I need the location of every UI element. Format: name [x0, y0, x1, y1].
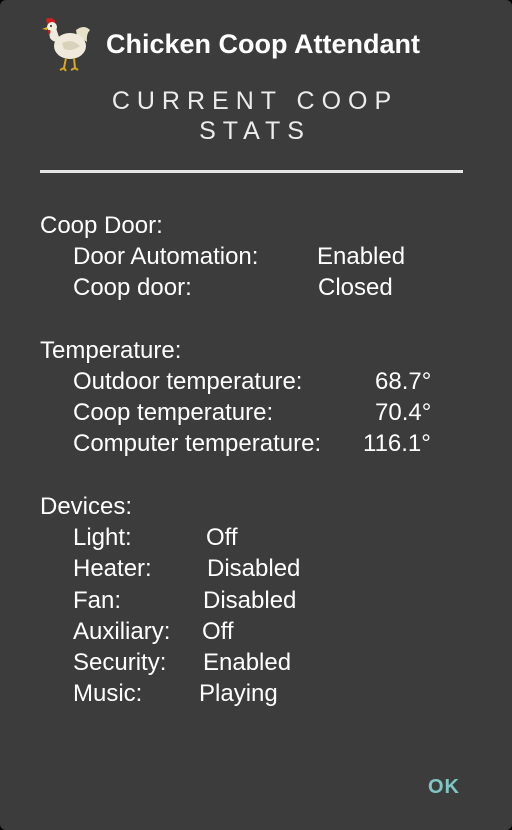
- music-label: Music:: [73, 680, 143, 707]
- door-automation-value: Enabled: [317, 243, 406, 270]
- app-title: Chicken Coop Attendant: [106, 28, 420, 59]
- ok-button[interactable]: OK: [428, 776, 460, 799]
- security-value: Enabled: [203, 649, 292, 676]
- outdoor-temperature-label: Outdoor temperature:: [73, 368, 303, 395]
- chicken-icon: [42, 17, 90, 72]
- stats-heading: CURRENT COOP STATS: [40, 86, 470, 146]
- stats-heading-line-1: CURRENT COOP: [111, 87, 399, 115]
- computer-temperature-label: Computer temperature:: [73, 430, 322, 457]
- outdoor-temperature-value: 68.7°: [375, 368, 432, 395]
- light-label: Light:: [73, 524, 132, 551]
- fan-label: Fan:: [73, 587, 122, 614]
- temperature-heading: Temperature:: [40, 337, 182, 364]
- heater-value: Disabled: [207, 555, 301, 582]
- coop-temperature-value: 70.4°: [375, 399, 432, 426]
- music-value: Playing: [199, 680, 278, 707]
- auxiliary-value: Off: [202, 618, 234, 645]
- computer-temperature-value: 116.1°: [363, 430, 431, 457]
- security-label: Security:: [73, 649, 167, 676]
- coop-temperature-label: Coop temperature:: [73, 399, 274, 426]
- stats-heading-line-2: STATS: [199, 117, 311, 145]
- coop-door-heading: Coop Door:: [40, 212, 163, 239]
- coop-door-label: Coop door:: [73, 274, 192, 301]
- heater-label: Heater:: [73, 555, 152, 582]
- coop-door-value: Closed: [318, 274, 393, 301]
- fan-value: Disabled: [203, 587, 297, 614]
- devices-heading: Devices:: [40, 493, 133, 520]
- auxiliary-label: Auxiliary:: [73, 618, 171, 645]
- coop-stats-dialog: Chicken Coop Attendant CURRENT COOP STAT…: [0, 0, 512, 830]
- light-value: Off: [206, 524, 238, 551]
- door-automation-label: Door Automation:: [73, 243, 259, 270]
- divider: [40, 170, 463, 173]
- dialog-header: Chicken Coop Attendant: [40, 14, 420, 74]
